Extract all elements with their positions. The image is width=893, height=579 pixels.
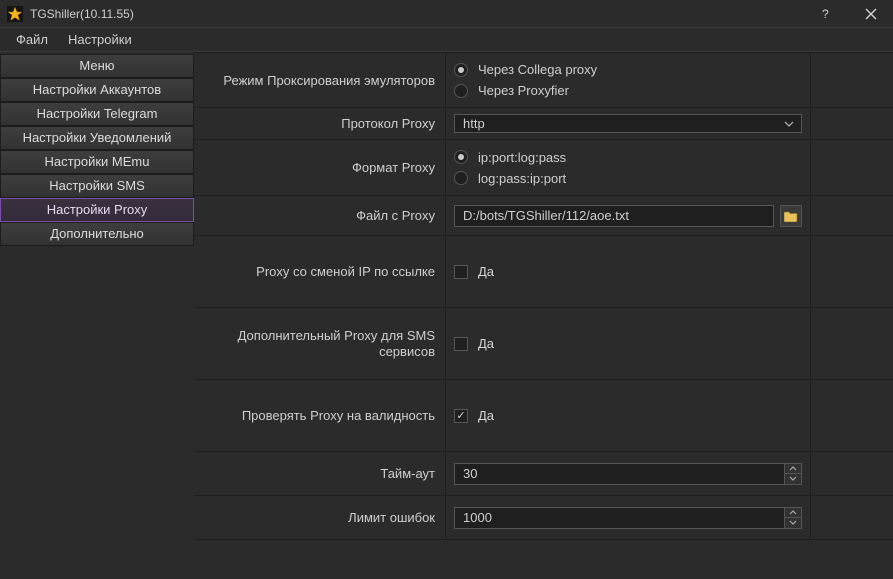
sidebar-item-proxy[interactable]: Настройки Proxy <box>0 198 194 222</box>
sidebar: Меню Настройки Аккаунтов Настройки Teleg… <box>0 52 194 579</box>
sidebar-item-label: Меню <box>79 58 114 73</box>
spare-cell <box>811 236 893 307</box>
radio-dot-icon <box>454 171 468 185</box>
spare-cell <box>811 496 893 539</box>
spin-up-button[interactable] <box>785 508 801 518</box>
spin-up-button[interactable] <box>785 464 801 474</box>
radio-label: Через Collega proxy <box>478 62 597 77</box>
sidebar-item-menu[interactable]: Меню <box>0 54 194 78</box>
label-ip-change: Proxy со сменой IP по ссылке <box>194 236 446 307</box>
label-timeout: Тайм-аут <box>194 452 446 495</box>
check-extra-sms[interactable]: Да <box>454 336 802 351</box>
row-proxy-mode: Режим Проксирования эмуляторов Через Col… <box>194 52 893 108</box>
sidebar-item-sms[interactable]: Настройки SMS <box>0 174 194 198</box>
radio-label: log:pass:ip:port <box>478 171 566 186</box>
spare-cell <box>811 108 893 139</box>
label-proxy-mode: Режим Проксирования эмуляторов <box>194 53 446 107</box>
svg-text:?: ? <box>822 8 829 20</box>
sidebar-item-label: Настройки Telegram <box>37 106 158 121</box>
label-format: Формат Proxy <box>194 140 446 195</box>
radio-dot-icon <box>454 84 468 98</box>
spare-cell <box>811 452 893 495</box>
row-file: Файл с Proxy <box>194 196 893 236</box>
radio-dot-icon <box>454 150 468 164</box>
check-label: Да <box>478 336 494 351</box>
row-timeout: Тайм-аут <box>194 452 893 496</box>
menu-settings[interactable]: Настройки <box>58 30 142 49</box>
sidebar-item-label: Настройки SMS <box>49 178 145 193</box>
row-format: Формат Proxy ip:port:log:pass log:pass:i… <box>194 140 893 196</box>
sidebar-item-label: Настройки Proxy <box>47 202 148 217</box>
spin-down-button[interactable] <box>785 517 801 528</box>
error-limit-input[interactable] <box>454 507 784 529</box>
row-error-limit: Лимит ошибок <box>194 496 893 540</box>
browse-button[interactable] <box>780 205 802 227</box>
error-limit-spinner <box>784 507 802 529</box>
radio-format-a[interactable]: ip:port:log:pass <box>454 150 802 165</box>
label-extra-sms: Дополнительный Proxy для SMS сервисов <box>194 308 446 379</box>
sidebar-item-label: Настройки MEmu <box>45 154 150 169</box>
checkbox-icon <box>454 337 468 351</box>
check-validate[interactable]: ✓ Да <box>454 408 802 423</box>
select-value: http <box>463 116 485 131</box>
spare-cell <box>811 140 893 195</box>
proxy-file-input[interactable] <box>454 205 774 227</box>
menu-file[interactable]: Файл <box>6 30 58 49</box>
timeout-input[interactable] <box>454 463 784 485</box>
close-button[interactable] <box>848 0 893 28</box>
protocol-select[interactable]: http <box>454 114 802 133</box>
folder-icon <box>784 210 798 222</box>
radio-label: ip:port:log:pass <box>478 150 566 165</box>
sidebar-item-memu[interactable]: Настройки MEmu <box>0 150 194 174</box>
row-extra-sms: Дополнительный Proxy для SMS сервисов Да <box>194 308 893 380</box>
help-button[interactable]: ? <box>803 0 848 28</box>
row-ip-change: Proxy со сменой IP по ссылке Да <box>194 236 893 308</box>
chevron-down-icon <box>781 116 797 132</box>
timeout-spinner <box>784 463 802 485</box>
titlebar: TGShiller(10.11.55) ? <box>0 0 893 28</box>
sidebar-item-extra[interactable]: Дополнительно <box>0 222 194 246</box>
settings-panel: Режим Проксирования эмуляторов Через Col… <box>194 52 893 579</box>
sidebar-item-label: Настройки Аккаунтов <box>33 82 161 97</box>
check-label: Да <box>478 408 494 423</box>
spin-down-button[interactable] <box>785 473 801 484</box>
label-validate: Проверять Proxy на валидность <box>194 380 446 451</box>
label-error-limit: Лимит ошибок <box>194 496 446 539</box>
check-label: Да <box>478 264 494 279</box>
radio-format-b[interactable]: log:pass:ip:port <box>454 171 802 186</box>
sidebar-item-label: Настройки Уведомлений <box>23 130 172 145</box>
radio-collega[interactable]: Через Collega proxy <box>454 62 802 77</box>
check-ip-change[interactable]: Да <box>454 264 802 279</box>
radio-dot-icon <box>454 63 468 77</box>
radio-label: Через Proxyfier <box>478 83 569 98</box>
spare-cell <box>811 308 893 379</box>
sidebar-item-telegram[interactable]: Настройки Telegram <box>0 102 194 126</box>
spare-cell <box>811 196 893 235</box>
app-icon <box>6 5 24 23</box>
row-validate: Проверять Proxy на валидность ✓ Да <box>194 380 893 452</box>
label-file: Файл с Proxy <box>194 196 446 235</box>
spare-cell <box>811 380 893 451</box>
window-title: TGShiller(10.11.55) <box>30 7 134 21</box>
label-protocol: Протокол Proxy <box>194 108 446 139</box>
checkbox-icon: ✓ <box>454 409 468 423</box>
sidebar-item-label: Дополнительно <box>50 226 144 241</box>
spare-cell <box>811 53 893 107</box>
sidebar-item-accounts[interactable]: Настройки Аккаунтов <box>0 78 194 102</box>
row-protocol: Протокол Proxy http <box>194 108 893 140</box>
label-text: Дополнительный Proxy для SMS сервисов <box>200 328 435 359</box>
menubar: Файл Настройки <box>0 28 893 52</box>
checkbox-icon <box>454 265 468 279</box>
sidebar-item-notifications[interactable]: Настройки Уведомлений <box>0 126 194 150</box>
radio-proxyfier[interactable]: Через Proxyfier <box>454 83 802 98</box>
